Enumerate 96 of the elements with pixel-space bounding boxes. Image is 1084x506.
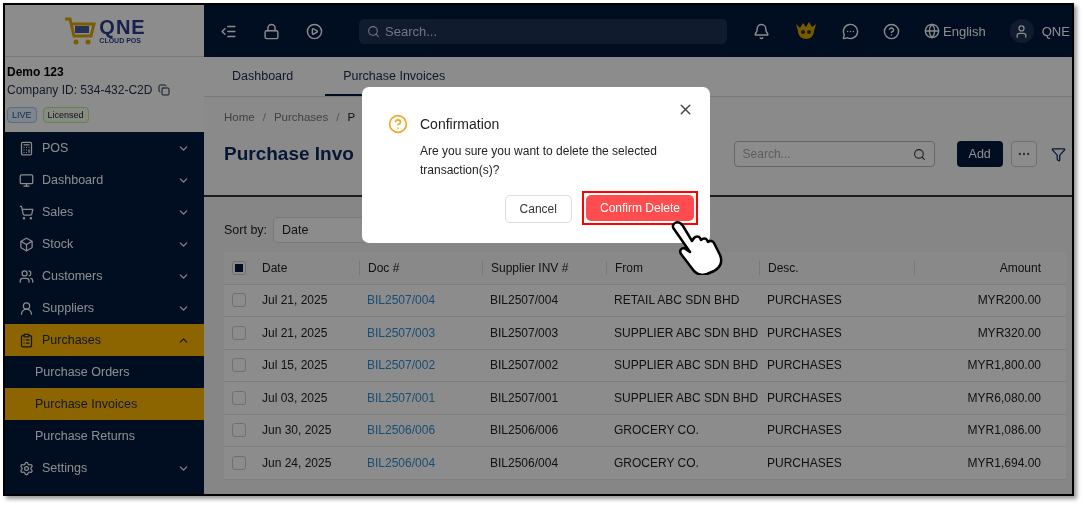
table-cell-text: BIL2506/006 [489, 423, 560, 438]
monitor-icon [19, 172, 34, 188]
table-cell-text: MYR1,086.00 [966, 423, 1042, 438]
table-cell-text: BIL2507/001 [489, 390, 560, 405]
breadcrumb-link[interactable]: Home [224, 111, 255, 123]
play-icon[interactable] [306, 22, 323, 40]
people-icon [19, 268, 34, 284]
sidebar-subitem[interactable]: Purchase Orders [5, 356, 204, 388]
table-cell-text: Jun 24, 2025 [261, 455, 333, 470]
table-cell-text: PURCHASES [766, 293, 843, 308]
column-header: Desc. [759, 260, 914, 275]
column-header: Doc # [359, 260, 482, 275]
cart-icon [19, 204, 34, 220]
table-cell-text: Jun 30, 2025 [261, 423, 333, 438]
table-cell-text: MYR200.00 [976, 293, 1042, 308]
breadcrumb-separator: / [262, 111, 266, 123]
page-title: Purchase Invo [224, 143, 354, 165]
table-cell-text: PURCHASES [766, 455, 843, 470]
table-cell-text: MYR6,080.00 [966, 390, 1042, 405]
table-cell-text: Jul 15, 2025 [261, 358, 329, 373]
language-selector[interactable]: English [924, 23, 986, 39]
confirm-delete-button[interactable]: Confirm Delete [585, 195, 694, 222]
table-cell-text: BIL2506/004 [489, 455, 560, 470]
table-cell-text: Jul 21, 2025 [261, 325, 329, 340]
table-cell-text: BIL2507/002 [489, 358, 560, 373]
table-cell-text: MYR1,694.00 [966, 455, 1042, 470]
notification-bell-icon[interactable] [753, 22, 770, 40]
status-badge: Licensed [42, 107, 89, 123]
clipboard-icon [19, 332, 34, 348]
add-button[interactable]: Add [956, 141, 1003, 167]
sidebar-item[interactable]: Stock [5, 228, 204, 260]
settings-icon [19, 460, 34, 476]
chat-icon[interactable] [842, 22, 859, 40]
table-cell-text: MYR1,800.00 [966, 358, 1042, 373]
sidebar-item[interactable]: Dashboard [5, 164, 204, 196]
table-cell-text: GROCERY CO. [613, 455, 700, 470]
dialog-message: Are you sure you want to delete the selected transaction(s)? [420, 143, 658, 179]
help-icon[interactable] [883, 22, 900, 40]
mascot-icon[interactable] [794, 22, 818, 40]
cancel-button[interactable]: Cancel [504, 195, 572, 224]
calculator-icon [19, 140, 34, 156]
company-id: Company ID: 534-432-C2D [7, 83, 153, 97]
logo-name: QNE [99, 17, 146, 37]
table-cell-text: PURCHASES [766, 390, 843, 405]
cart-icon [63, 15, 98, 46]
sidebar-item[interactable]: Purchases [5, 324, 204, 356]
table-cell-text: Jul 03, 2025 [261, 390, 329, 405]
row-checkbox[interactable] [232, 455, 246, 470]
sidebar-item[interactable]: POS [5, 132, 204, 164]
row-checkbox[interactable] [232, 293, 246, 308]
filter-icon[interactable] [1050, 146, 1066, 162]
row-checkbox[interactable] [232, 390, 246, 405]
company-name: Demo 123 [7, 65, 65, 79]
table-cell-text: BIL2507/004 [489, 293, 560, 308]
table-cell-text: BIL2507/003 [489, 325, 560, 340]
status-badge: LIVE [7, 107, 37, 123]
table-cell-text: PURCHASES [766, 325, 843, 340]
breadcrumb-link[interactable]: P [347, 111, 356, 123]
table-cell-text: PURCHASES [766, 358, 843, 373]
dialog-title: Confirmation [420, 116, 500, 132]
breadcrumb-separator: / [336, 111, 340, 123]
table-cell-text: SUPPLIER ABC SDN BHD [613, 358, 759, 373]
sidebar-item[interactable]: Suppliers [5, 292, 204, 324]
row-checkbox[interactable] [232, 358, 246, 373]
select-all-checkbox[interactable] [232, 260, 246, 275]
table-cell-text: SUPPLIER ABC SDN BHD [613, 325, 759, 340]
table-cell-text: MYR320.00 [976, 325, 1042, 340]
user-name[interactable]: QNE [1041, 23, 1070, 39]
table-cell-text: SUPPLIER ABC SDN BHD [613, 390, 759, 405]
row-checkbox[interactable] [232, 423, 246, 438]
tab[interactable]: Dashboard [214, 57, 312, 96]
globe-icon [924, 23, 940, 39]
user-avatar-icon[interactable] [1009, 19, 1034, 43]
breadcrumb-link[interactable]: Purchases [273, 111, 329, 123]
column-header: Amount [914, 260, 1049, 275]
sidebar-item[interactable]: Sales [5, 196, 204, 228]
lock-icon[interactable] [263, 22, 280, 40]
person-icon [19, 300, 34, 316]
column-header: Date [261, 260, 289, 275]
sidebar-item[interactable]: Settings [5, 452, 204, 484]
sidebar-item[interactable]: Customers [5, 260, 204, 292]
table-cell-text: Jul 21, 2025 [261, 293, 329, 308]
search-icon [912, 147, 926, 161]
sort-label: Sort by: [224, 223, 268, 237]
question-icon [388, 114, 408, 134]
box-icon [19, 236, 34, 252]
sidebar-subitem[interactable]: Purchase Returns [5, 420, 204, 452]
sidebar-subitem[interactable]: Purchase Invoices [5, 388, 204, 420]
search-icon [367, 24, 380, 38]
table-cell-text: GROCERY CO. [613, 423, 700, 438]
search-field[interactable]: Search... [359, 18, 727, 44]
row-checkbox[interactable] [232, 325, 246, 340]
table-cell-text: RETAIL ABC SDN BHD [613, 293, 741, 308]
copy-icon[interactable] [158, 84, 171, 96]
column-header: Supplier INV # [482, 260, 606, 275]
table-cell-text: PURCHASES [766, 423, 843, 438]
